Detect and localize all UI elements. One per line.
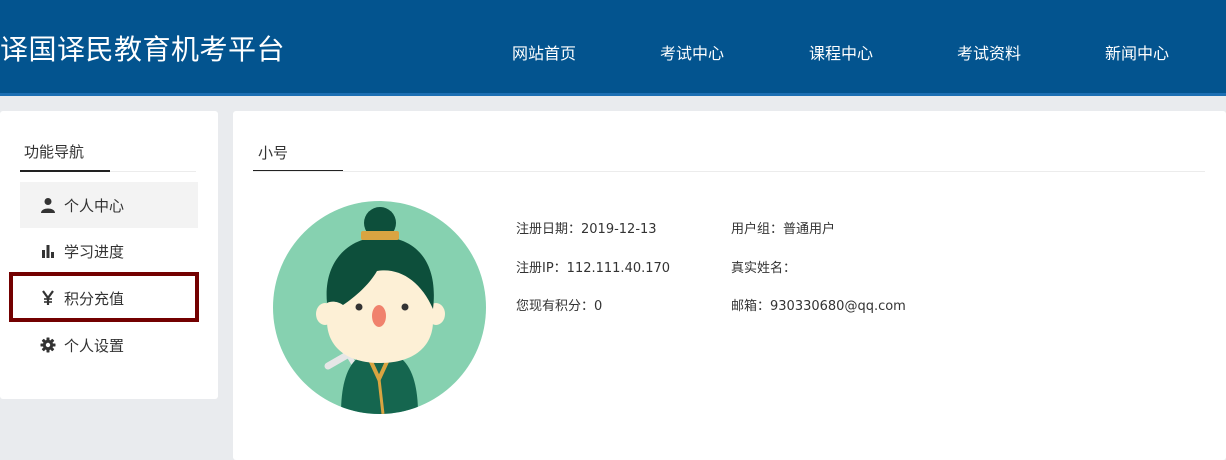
tab-divider [253,171,1205,172]
current-points: 您现有积分：0 [516,299,603,314]
email: 邮箱：930330680@qq.com [731,299,906,314]
sidebar: 功能导航 个人中心 学习进度 积分充值 个人设置 [0,111,218,399]
sidebar-heading-label: 功能导航 [24,143,85,161]
avatar [273,201,486,414]
sidebar-item-personal-center[interactable]: 个人中心 [20,182,198,228]
sidebar-item-label: 个人设置 [64,336,125,355]
nav-home[interactable]: 网站首页 [512,40,576,64]
nav-exam-materials[interactable]: 考试资料 [957,40,1021,64]
real-name: 真实姓名： [731,261,797,276]
main-panel: 小号 注册日期：2019-12-13 用户组：普通用户 注册IP：112.111… [233,111,1226,460]
tab-label: 小号 [258,144,289,162]
bar-chart-icon [42,245,54,258]
register-ip: 注册IP：112.111.40.170 [516,261,671,276]
sidebar-heading: 功能导航 [20,139,196,172]
tab-profile[interactable]: 小号 [253,139,343,172]
sidebar-item-label: 学习进度 [64,242,125,261]
highlight-box [9,272,199,322]
site-title[interactable]: 译国译民教育机考平台 [0,28,285,68]
header: 译国译民教育机考平台 网站首页 考试中心 课程中心 考试资料 新闻中心 [0,0,1226,96]
nav-news-center[interactable]: 新闻中心 [1105,40,1169,64]
sidebar-item-label: 个人中心 [64,196,125,215]
sidebar-item-learning-progress[interactable]: 学习进度 [20,228,198,274]
user-icon [41,198,55,213]
sidebar-heading-underline [20,170,110,172]
gear-icon [40,337,56,353]
register-date: 注册日期：2019-12-13 [516,222,657,237]
sidebar-item-personal-settings[interactable]: 个人设置 [20,322,198,368]
nav-exam-center[interactable]: 考试中心 [660,40,724,64]
user-group: 用户组：普通用户 [731,222,836,237]
nav-course-center[interactable]: 课程中心 [809,40,873,64]
